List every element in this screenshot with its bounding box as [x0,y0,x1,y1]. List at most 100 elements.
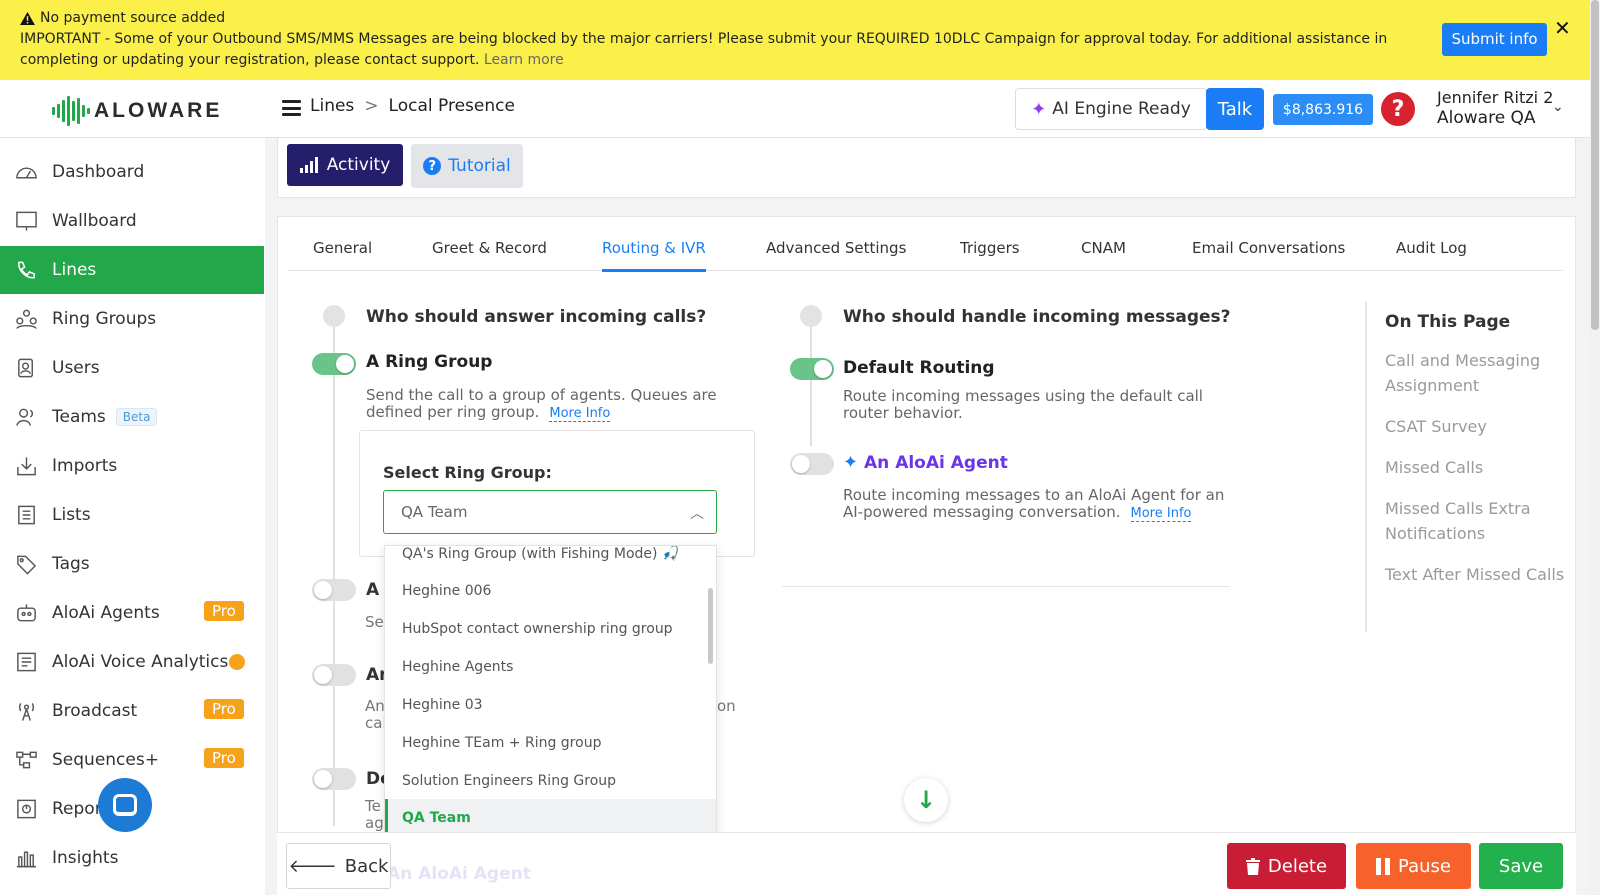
signal-bars-icon [299,157,318,173]
ring-group-selected-value: QA Team [401,503,468,521]
breadcrumb-lines[interactable]: Lines [310,96,354,116]
sidebar-item-lines[interactable]: Lines [0,246,264,294]
banner-message: IMPORTANT - Some of your Outbound SMS/MM… [20,31,1388,68]
otp-link-missed-calls[interactable]: Missed Calls [1385,455,1575,480]
dropdown-option[interactable]: Heghine TEam + Ring group [385,724,716,762]
sidebar-item-label: Users [52,358,100,378]
tab-cnam[interactable]: CNAM [1081,239,1126,257]
sidebar-item-label: Sequences+ [52,750,159,770]
sidebar-item-wallboard[interactable]: Wallboard [0,197,264,245]
sidebar-item-sequences[interactable]: Sequences+ Pro [0,736,264,784]
ai-engine-label: AI Engine Ready [1052,99,1191,119]
talk-button[interactable]: Talk [1206,88,1264,130]
messages-timeline [810,326,812,446]
ring-group-option-title: A Ring Group [366,352,493,372]
sidebar-item-ring-groups[interactable]: Ring Groups [0,295,264,343]
dropdown-option[interactable]: QA's Ring Group (with Fishing Mode) 🎣 [385,546,716,573]
pause-icon [1376,857,1391,875]
more-info-link[interactable]: More Info [1130,506,1192,522]
select-ring-group-label: Select Ring Group: [383,463,552,482]
option-toggle[interactable] [312,664,356,686]
default-routing-toggle[interactable] [790,358,834,380]
section-divider [782,586,1230,587]
option-toggle[interactable] [312,768,356,790]
learn-more-link[interactable]: Learn more [484,52,564,68]
sidebar-item-label: Imports [52,456,118,476]
option-toggle[interactable] [312,579,356,601]
hamburger-menu-icon[interactable] [282,100,301,116]
tab-greet-record[interactable]: Greet & Record [432,239,547,257]
back-button[interactable]: 🡐 Back [286,843,391,889]
dropdown-option[interactable]: Heghine Agents [385,648,716,686]
page-scrollbar[interactable] [1590,0,1600,895]
default-routing-desc: Route incoming messages using the defaul… [843,387,1203,422]
dropdown-scrollbar[interactable] [708,588,713,664]
ring-group-desc-text: Send the call to a group of agents. Queu… [366,386,717,421]
sidebar-item-lists[interactable]: Lists [0,491,264,539]
sidebar-item-broadcast[interactable]: Broadcast Pro [0,687,264,735]
aloai-agents-icon [14,602,39,624]
ring-group-toggle[interactable] [312,353,356,375]
sidebar-item-teams[interactable]: Teams Beta [0,393,264,441]
activity-button[interactable]: Activity [287,144,403,186]
otp-link-csat[interactable]: CSAT Survey [1385,414,1575,439]
aloware-logo[interactable]: ALOWARE [52,96,222,126]
back-label: Back [344,855,389,877]
logo-text: ALOWARE [94,99,223,122]
phone-icon [14,259,39,281]
company-name: Aloware QA [1437,108,1536,128]
submit-info-button[interactable]: Submit info [1442,23,1547,56]
sidebar-item-users[interactable]: Users [0,344,264,392]
ring-group-dropdown: QA's Ring Group (with Fishing Mode) 🎣 He… [384,545,717,837]
sparkle-icon: ✦ [1031,98,1047,120]
tab-advanced-settings[interactable]: Advanced Settings [766,239,906,257]
tab-audit-log[interactable]: Audit Log [1396,239,1467,257]
scroll-down-arrow-icon[interactable]: ↓ [904,778,948,822]
ring-group-select[interactable]: QA Team ︿ [383,490,717,534]
save-button[interactable]: Save [1479,843,1563,889]
logo-wave-icon [52,96,90,126]
tab-general[interactable]: General [313,239,372,257]
chat-widget-icon[interactable] [98,778,152,832]
messages-heading: Who should handle incoming messages? [843,307,1231,327]
tab-routing-ivr[interactable]: Routing & IVR [602,239,706,272]
sidebar-item-imports[interactable]: Imports [0,442,264,490]
otp-link-assignment[interactable]: Call and Messaging Assignment [1385,348,1575,398]
dropdown-option[interactable]: HubSpot contact ownership ring group [385,610,716,648]
imports-icon [14,455,39,477]
tab-email-conversations[interactable]: Email Conversations [1192,239,1345,257]
sidebar-item-tags[interactable]: Tags [0,540,264,588]
dropdown-option[interactable]: Heghine 006 [385,572,716,610]
ring-groups-icon [14,308,39,330]
pause-button[interactable]: Pause [1356,843,1471,889]
sequences-icon [14,749,39,771]
sidebar-item-aloai-agents[interactable]: AloAi Agents Pro [0,589,264,637]
arrow-left-icon: 🡐 [288,855,337,877]
help-icon[interactable]: ? [1381,92,1415,126]
more-info-link[interactable]: More Info [549,406,611,422]
reports-icon [14,798,39,820]
wallboard-icon [14,210,39,232]
otp-link-text-after-missed[interactable]: Text After Missed Calls [1385,562,1575,587]
user-menu[interactable]: Jennifer Ritzi 2 Aloware QA [1437,87,1553,129]
calls-timeline [333,326,335,826]
balance-badge[interactable]: $8,863.916 [1273,94,1373,125]
option-desc-partial: Se [365,613,384,631]
sidebar-item-voice-analytics[interactable]: AloAi Voice Analytics [0,638,264,686]
ai-engine-status-button[interactable]: ✦ AI Engine Ready [1015,88,1207,130]
select-ring-group-card: Select Ring Group: QA Team ︿ [359,430,755,557]
ghost-aloai-agent-text: An AloAi Agent [387,864,531,884]
delete-button[interactable]: Delete [1227,843,1346,889]
chevron-down-icon[interactable]: ⌄ [1552,99,1564,115]
sidebar-item-dashboard[interactable]: Dashboard [0,148,264,196]
otp-link-missed-calls-extra[interactable]: Missed Calls Extra Notifications [1385,496,1575,546]
sidebar-item-insights[interactable]: Insights [0,834,264,882]
close-icon[interactable]: ✕ [1554,18,1571,39]
tab-triggers[interactable]: Triggers [960,239,1020,257]
pro-badge: Pro [204,748,244,768]
aloai-agent-toggle[interactable] [790,453,834,475]
sidebar-item-label: AloAi Agents [52,603,160,623]
tutorial-button[interactable]: ? Tutorial [411,144,523,188]
dropdown-option[interactable]: Heghine 03 [385,686,716,724]
dropdown-option[interactable]: Solution Engineers Ring Group [385,762,716,800]
